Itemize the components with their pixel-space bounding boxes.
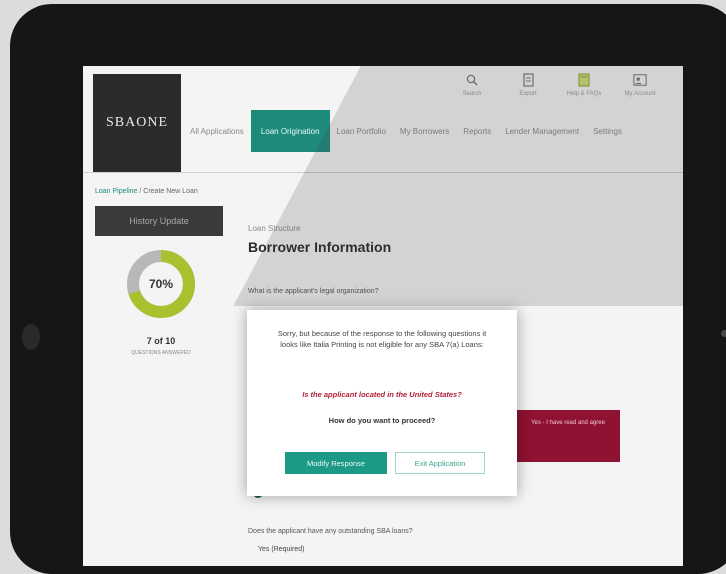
- screen-glare-overlay: [233, 66, 683, 306]
- dialog-prompt: How do you want to proceed?: [328, 416, 436, 425]
- dialog-message: Sorry, but because of the response to th…: [277, 329, 487, 349]
- brand-logo[interactable]: SBAONE: [93, 74, 181, 172]
- tab-all-applications[interactable]: All Applications: [183, 127, 251, 136]
- steps-count: 7 of 10: [146, 336, 176, 346]
- breadcrumb-link-loan-pipeline[interactable]: Loan Pipeline: [95, 188, 137, 195]
- steps-caption: QUESTIONS ANSWERED: [131, 350, 191, 356]
- breadcrumb-current: / Create New Loan: [137, 188, 198, 195]
- exit-application-button[interactable]: Exit Application: [395, 452, 485, 474]
- app-screen: SBAONE All Applications Loan Origination…: [83, 66, 683, 566]
- bottom-option-label[interactable]: Yes (Required): [258, 546, 304, 553]
- sensor-dot: [721, 330, 726, 337]
- bottom-question-label: Does the applicant have any outstanding …: [248, 528, 413, 535]
- progress-ring: 70%: [125, 248, 197, 320]
- modify-response-button[interactable]: Modify Response: [285, 452, 387, 474]
- progress-percent: 70%: [148, 277, 174, 291]
- history-update-button[interactable]: History Update: [95, 206, 223, 236]
- camera-icon: [22, 324, 40, 350]
- agree-button[interactable]: Yes - I have read and agree: [516, 410, 620, 462]
- dialog-failed-question: Is the applicant located in the United S…: [302, 390, 462, 399]
- breadcrumb: Loan Pipeline / Create New Loan: [95, 188, 198, 195]
- tablet-frame: SBAONE All Applications Loan Origination…: [10, 4, 726, 574]
- ineligible-dialog: Sorry, but because of the response to th…: [247, 310, 517, 496]
